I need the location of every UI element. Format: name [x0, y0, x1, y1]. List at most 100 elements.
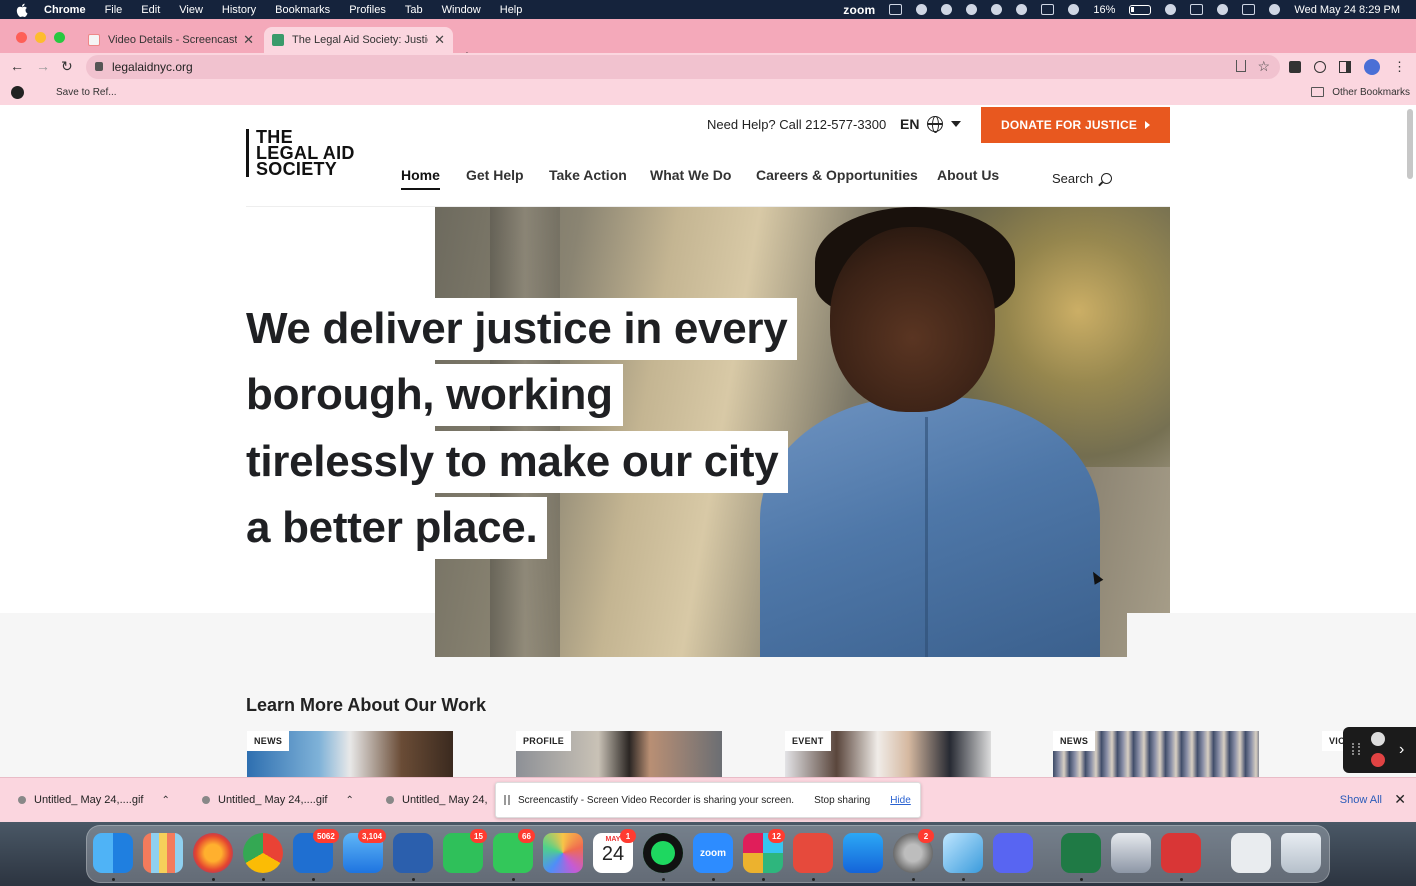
wifi-icon[interactable] — [1165, 4, 1177, 15]
acrobat-icon[interactable] — [1161, 833, 1201, 873]
play-icon[interactable] — [1016, 4, 1028, 15]
menu-view[interactable]: View — [179, 4, 203, 16]
work-card[interactable]: EVENT — [785, 731, 991, 777]
refworks-icon[interactable] — [11, 86, 24, 99]
trash-icon[interactable] — [1281, 833, 1321, 873]
extensions-puzzle-icon[interactable] — [1289, 61, 1301, 73]
drag-grip-icon[interactable] — [504, 795, 510, 805]
nav-get-help[interactable]: Get Help — [466, 167, 524, 183]
menu-window[interactable]: Window — [442, 4, 481, 16]
menu-app-name[interactable]: Chrome — [44, 4, 86, 16]
chevron-up-icon[interactable]: ⌃ — [161, 795, 169, 806]
bookmark-star-icon[interactable]: ☆ — [1257, 58, 1270, 75]
zoom-app-icon[interactable]: zoom — [693, 833, 733, 873]
site-logo[interactable]: THE LEGAL AID SOCIETY — [246, 128, 386, 178]
other-bookmarks[interactable]: Other Bookmarks — [1332, 87, 1410, 98]
keyboard-icon[interactable] — [1190, 4, 1204, 15]
excel-icon[interactable] — [1061, 833, 1101, 873]
nav-about-us[interactable]: About Us — [937, 167, 999, 183]
drag-handle-icon[interactable] — [1352, 743, 1360, 755]
stop-sharing-button[interactable]: Stop sharing — [814, 791, 870, 810]
chevron-up-icon[interactable]: ⌃ — [345, 795, 353, 806]
back-arrow-icon[interactable]: ← — [10, 58, 24, 74]
running-indicator — [962, 878, 965, 881]
stop-recording-button[interactable] — [1371, 753, 1385, 767]
chevron-right-icon[interactable]: › — [1399, 741, 1404, 759]
zoom-window-button[interactable] — [54, 32, 65, 43]
menu-history[interactable]: History — [222, 4, 256, 16]
chrome-icon[interactable] — [243, 833, 283, 873]
preview-app-icon[interactable] — [943, 833, 983, 873]
bookmark-save-to-ref[interactable]: Save to Ref... — [56, 87, 117, 98]
work-card[interactable]: NEWS — [247, 731, 453, 777]
apple-icon[interactable] — [16, 3, 30, 17]
status-person-icon[interactable] — [966, 4, 978, 15]
menu-tab[interactable]: Tab — [405, 4, 423, 16]
download-item[interactable]: Untitled_ May 24, — [386, 794, 488, 806]
close-tab-icon[interactable]: ✕ — [434, 32, 445, 48]
show-all-downloads[interactable]: Show All — [1340, 794, 1382, 806]
menu-bookmarks[interactable]: Bookmarks — [275, 4, 330, 16]
profile-avatar[interactable] — [1364, 59, 1380, 75]
running-indicator — [112, 878, 115, 881]
url-text[interactable]: legalaidnyc.org — [112, 60, 193, 74]
cloud-icon[interactable] — [916, 4, 928, 15]
shield-icon[interactable] — [991, 4, 1003, 15]
tab-legal-aid[interactable]: The Legal Aid Society: Justice ✕ — [264, 27, 453, 53]
menubar-clock[interactable]: Wed May 24 8:29 PM — [1294, 4, 1400, 16]
work-card[interactable]: PROFILE — [516, 731, 722, 777]
reload-icon[interactable]: ↻ — [61, 58, 73, 75]
tab-screencastify[interactable]: Video Details - Screencastify ✕ — [80, 27, 262, 53]
bluetooth-icon[interactable] — [1068, 4, 1080, 15]
screencastify-extension-icon[interactable] — [1314, 61, 1326, 73]
menu-profiles[interactable]: Profiles — [349, 4, 386, 16]
forward-arrow-icon[interactable]: → — [36, 58, 50, 74]
spotify-icon[interactable] — [643, 833, 683, 873]
word-icon[interactable] — [393, 833, 433, 873]
nav-careers[interactable]: Careers & Opportunities — [756, 167, 918, 183]
zoom-status-label[interactable]: zoom — [843, 3, 875, 17]
nav-what-we-do[interactable]: What We Do — [650, 167, 731, 183]
discord-icon[interactable] — [993, 833, 1033, 873]
app-store-icon[interactable] — [843, 833, 883, 873]
downloads-stack-icon[interactable] — [1231, 833, 1271, 873]
close-downloads-icon[interactable]: ✕ — [1394, 791, 1406, 808]
menu-file[interactable]: File — [105, 4, 123, 16]
menu-help[interactable]: Help — [500, 4, 523, 16]
launchpad-icon[interactable] — [143, 833, 183, 873]
firefox-icon[interactable] — [193, 833, 233, 873]
minimize-window-button[interactable] — [35, 32, 46, 43]
language-selector[interactable]: EN — [900, 116, 962, 133]
chrome-menu-icon[interactable]: ⋮ — [1393, 60, 1406, 73]
address-bar[interactable]: legalaidnyc.org ☆ — [86, 55, 1280, 79]
side-panel-icon[interactable] — [1339, 61, 1351, 73]
help-phone-link[interactable]: Need Help? Call 212-577-3300 — [707, 117, 886, 132]
search-button[interactable]: Search — [1052, 171, 1113, 186]
finder-icon[interactable] — [93, 833, 133, 873]
printer-icon[interactable] — [1111, 833, 1151, 873]
share-icon[interactable] — [1236, 60, 1246, 72]
location-icon[interactable] — [941, 4, 953, 15]
control-center-icon[interactable] — [1242, 4, 1256, 15]
nav-home[interactable]: Home — [401, 167, 440, 190]
photos-icon[interactable] — [543, 833, 583, 873]
lock-icon[interactable] — [95, 62, 103, 71]
headline-line: tirelessly to make our city — [246, 431, 789, 493]
donate-button[interactable]: DONATE FOR JUSTICE — [981, 107, 1170, 143]
screen-icon[interactable] — [1041, 4, 1055, 15]
todoist-icon[interactable] — [793, 833, 833, 873]
close-tab-icon[interactable]: ✕ — [243, 32, 254, 48]
pause-recording-button[interactable] — [1371, 732, 1385, 746]
menu-edit[interactable]: Edit — [141, 4, 160, 16]
work-card[interactable]: NEWS — [1053, 731, 1259, 777]
download-item[interactable]: Untitled_ May 24,....gif ⌃ — [18, 794, 170, 806]
siri-icon[interactable] — [1269, 4, 1281, 15]
close-window-button[interactable] — [16, 32, 27, 43]
battery-icon[interactable] — [1129, 4, 1152, 15]
spotlight-icon[interactable] — [1217, 4, 1229, 15]
page-scrollbar[interactable] — [1407, 109, 1413, 179]
hide-link[interactable]: Hide — [890, 795, 911, 806]
nav-take-action[interactable]: Take Action — [549, 167, 627, 183]
status-app-icon[interactable] — [889, 4, 903, 15]
download-item[interactable]: Untitled_ May 24,....gif ⌃ — [202, 794, 354, 806]
